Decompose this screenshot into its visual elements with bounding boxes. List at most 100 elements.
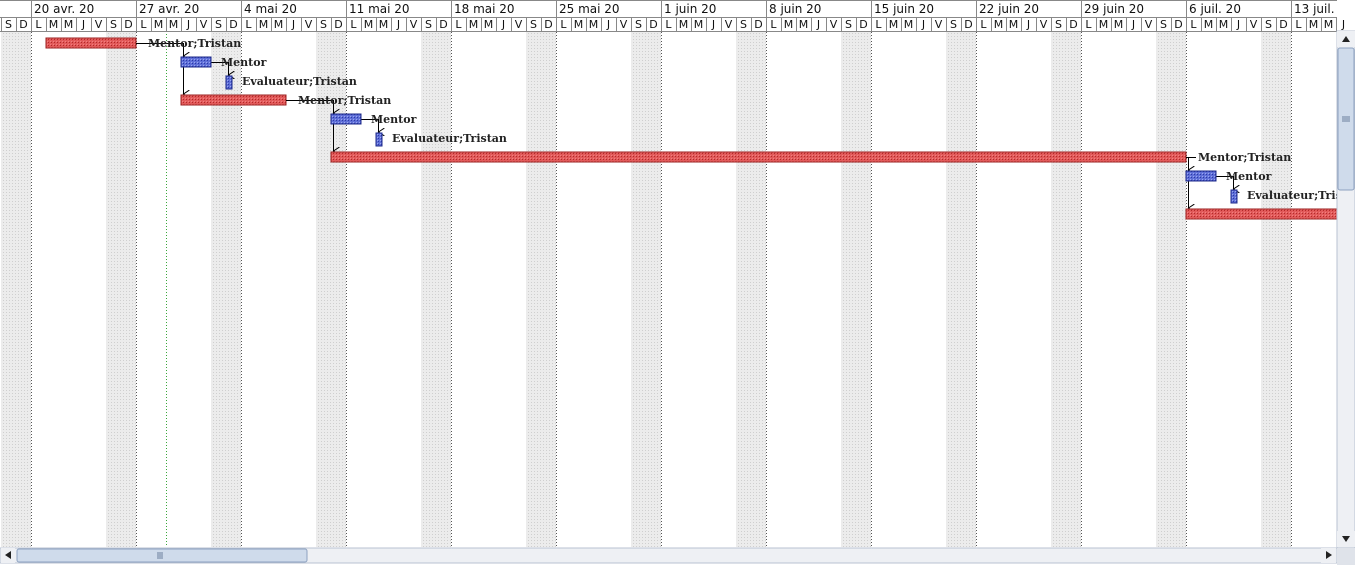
day-label: D <box>649 18 657 31</box>
dependency-arrow <box>136 43 184 95</box>
weekend-columns <box>1 31 1291 547</box>
day-label: V <box>515 18 523 31</box>
day-label: V <box>305 18 313 31</box>
day-label: L <box>770 18 777 31</box>
day-label: M <box>679 18 689 31</box>
task-bar-t1[interactable] <box>45 37 137 49</box>
day-label: L <box>245 18 252 31</box>
day-label: L <box>980 18 987 31</box>
day-label: J <box>396 18 400 31</box>
day-label: V <box>410 18 418 31</box>
day-label: J <box>501 18 505 31</box>
weekend-column <box>856 31 871 547</box>
scroll-up-button[interactable] <box>1337 31 1355 47</box>
day-label: D <box>1279 18 1287 31</box>
week-label: 15 juin 20 <box>874 2 934 16</box>
day-label: S <box>845 18 852 31</box>
day-label: J <box>186 18 190 31</box>
horizontal-scroll-thumb[interactable] <box>16 548 308 563</box>
day-label: V <box>1040 18 1048 31</box>
day-label: M <box>484 18 494 31</box>
weekend-column <box>121 31 136 547</box>
day-label: M <box>784 18 794 31</box>
scroll-left-button[interactable] <box>1 548 15 563</box>
task-bar-t3[interactable] <box>225 75 233 90</box>
weekend-column <box>421 31 436 547</box>
weekend-column <box>631 31 646 547</box>
weekend-column <box>1171 31 1186 547</box>
weekend-column <box>106 31 121 547</box>
task-label-t3: Evaluateur;Tristan <box>242 75 357 88</box>
day-label: J <box>1236 18 1240 31</box>
scroll-down-button[interactable] <box>1337 531 1355 547</box>
day-label: D <box>859 18 867 31</box>
day-label: M <box>49 18 59 31</box>
vertical-scrollbar[interactable] <box>1336 30 1355 549</box>
task-bar-t4[interactable] <box>180 94 287 106</box>
task-bar-t8[interactable] <box>1185 170 1217 182</box>
weekend-column <box>436 31 451 547</box>
day-label: V <box>1145 18 1153 31</box>
day-label: M <box>574 18 584 31</box>
day-label: J <box>291 18 295 31</box>
task-bar-t10[interactable] <box>1185 208 1338 220</box>
day-label: L <box>560 18 567 31</box>
day-label: L <box>1085 18 1092 31</box>
task-label-t2: Mentor <box>221 56 267 69</box>
day-label: M <box>589 18 599 31</box>
day-label: S <box>530 18 537 31</box>
day-label: D <box>19 18 27 31</box>
day-label: S <box>5 18 12 31</box>
day-label: M <box>274 18 284 31</box>
timeline-header: SDLMMJVSDLMMJVSDLMMJVSDLMMJVSDLMMJVSDLMM… <box>0 0 1345 32</box>
week-label: 27 avr. 20 <box>139 2 199 16</box>
day-label: V <box>935 18 943 31</box>
day-label: M <box>994 18 1004 31</box>
day-label: D <box>1069 18 1077 31</box>
day-label: J <box>1026 18 1030 31</box>
day-label: M <box>694 18 704 31</box>
day-label: V <box>95 18 103 31</box>
week-label: 18 mai 20 <box>454 2 515 16</box>
day-label: M <box>154 18 164 31</box>
day-label: D <box>439 18 447 31</box>
task-bar-t5[interactable] <box>330 113 362 125</box>
day-label: M <box>889 18 899 31</box>
day-label: S <box>1265 18 1272 31</box>
day-label: M <box>1099 18 1109 31</box>
task-bar-t2[interactable] <box>180 56 212 68</box>
task-bar-t7[interactable] <box>330 151 1187 163</box>
task-bar-t9[interactable] <box>1230 189 1238 204</box>
day-label: S <box>215 18 222 31</box>
day-label: V <box>1250 18 1258 31</box>
vertical-scroll-thumb[interactable] <box>1337 47 1355 191</box>
day-label: J <box>81 18 85 31</box>
day-label: M <box>259 18 269 31</box>
day-label: M <box>1009 18 1019 31</box>
day-label: L <box>1295 18 1302 31</box>
day-label: S <box>1055 18 1062 31</box>
task-bar-t6[interactable] <box>375 132 383 147</box>
weekend-column <box>1156 31 1171 547</box>
weekend-column <box>751 31 766 547</box>
week-label: 25 mai 20 <box>559 2 620 16</box>
weekend-column <box>1261 31 1276 547</box>
scroll-right-button[interactable] <box>1321 548 1336 563</box>
weekend-column <box>1066 31 1081 547</box>
day-label: D <box>124 18 132 31</box>
weekend-column <box>736 31 751 547</box>
day-label: M <box>1204 18 1214 31</box>
weekend-column <box>16 31 31 547</box>
day-label: V <box>830 18 838 31</box>
week-label: 22 juin 20 <box>979 2 1039 16</box>
day-label: L <box>455 18 462 31</box>
day-label: S <box>320 18 327 31</box>
task-label-t4: Mentor;Tristan <box>298 94 391 107</box>
day-label: D <box>1174 18 1182 31</box>
week-label: 11 mai 20 <box>349 2 410 16</box>
task-label-t6: Evaluateur;Tristan <box>392 132 507 145</box>
gantt-chart[interactable]: SDLMMJVSDLMMJVSDLMMJVSDLMMJVSDLMMJVSDLMM… <box>0 0 1355 565</box>
horizontal-scrollbar[interactable] <box>0 547 1338 564</box>
day-label: L <box>875 18 882 31</box>
day-label: M <box>379 18 389 31</box>
